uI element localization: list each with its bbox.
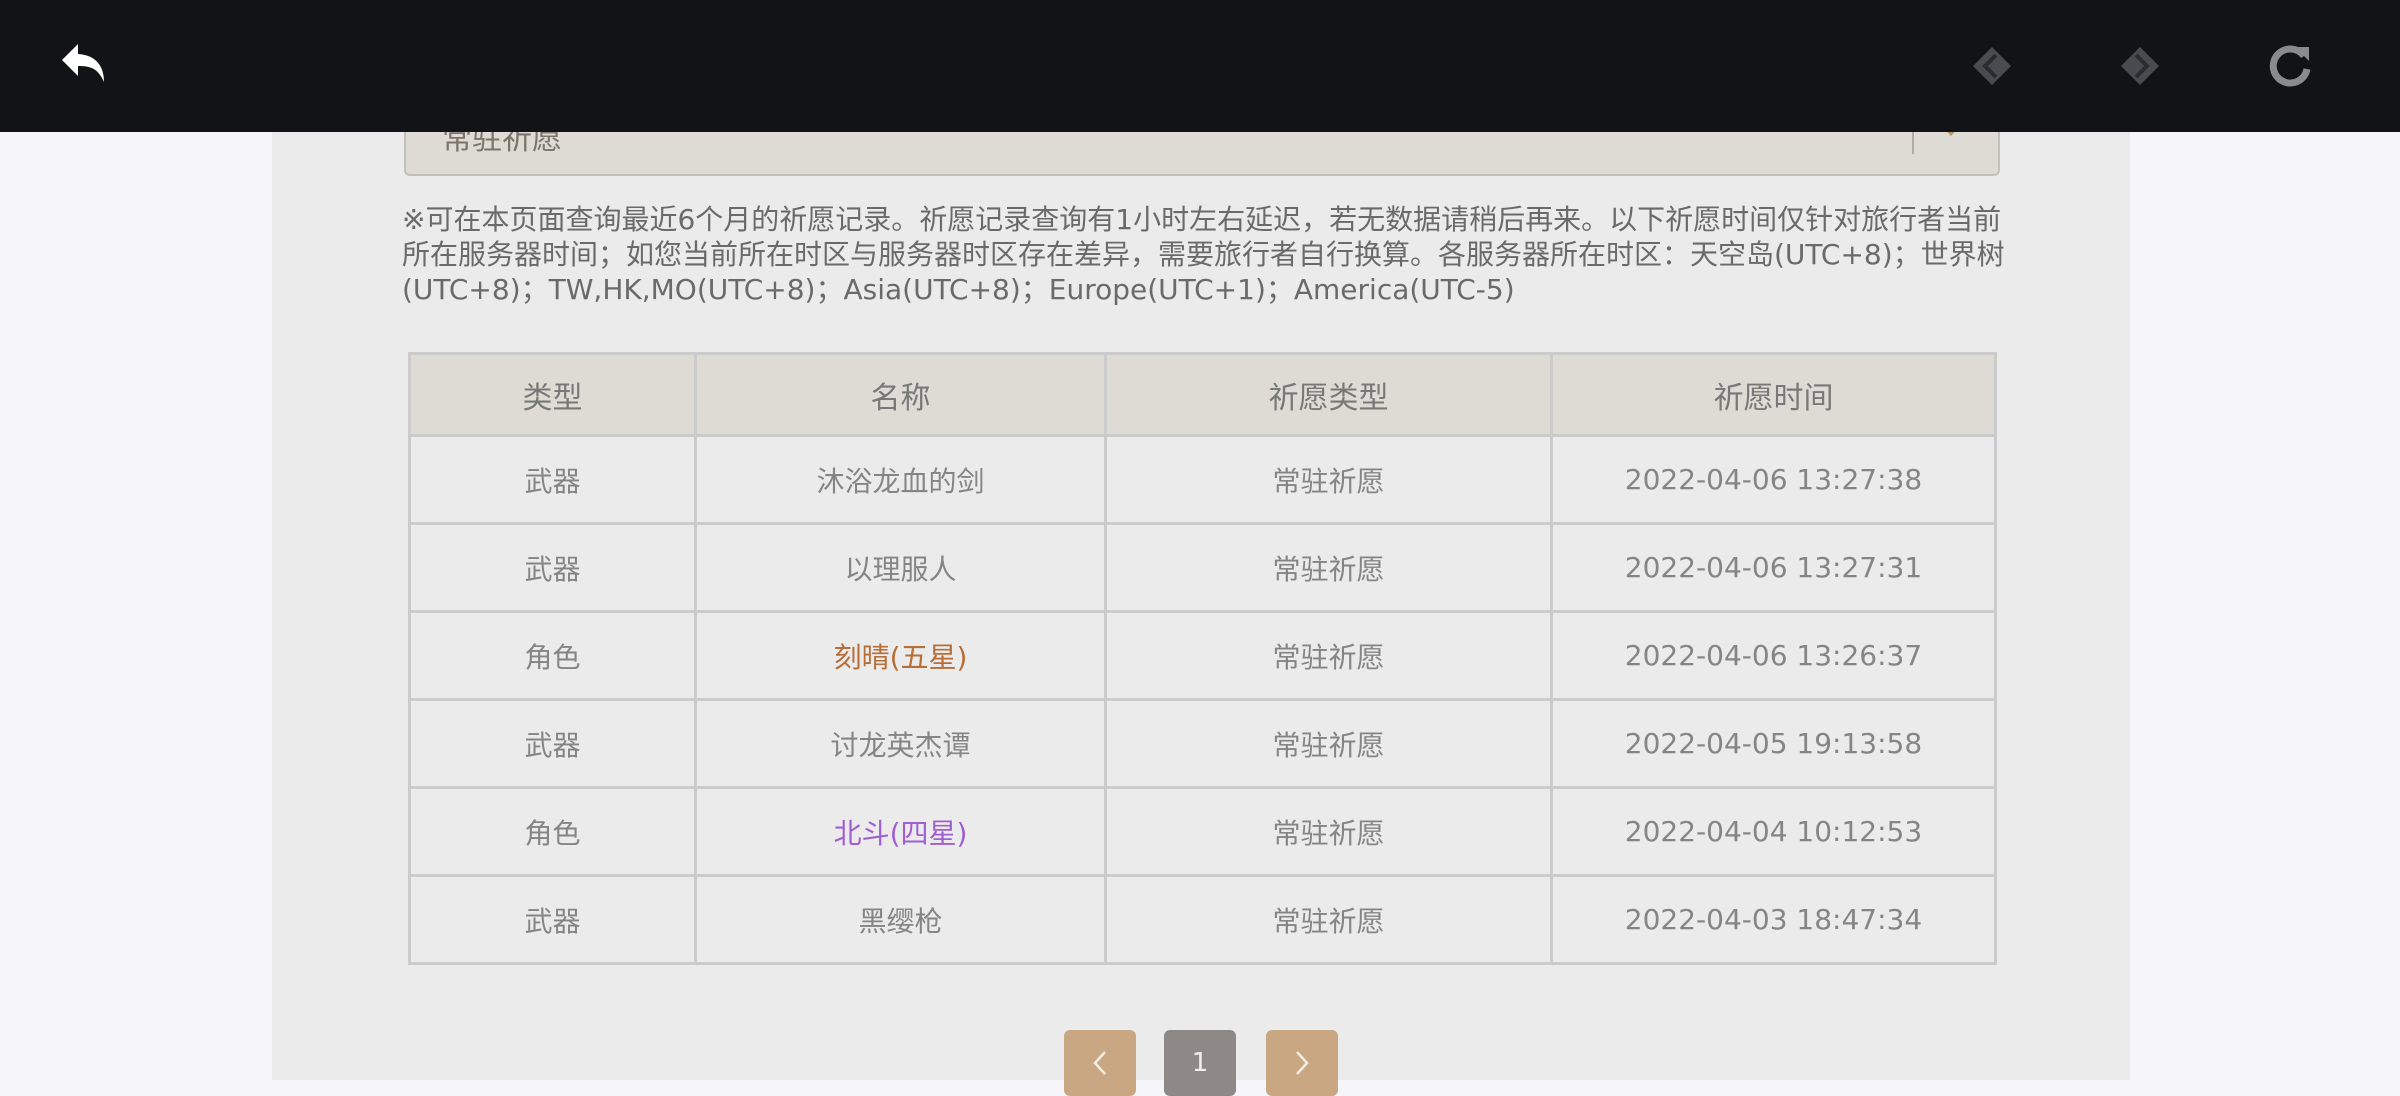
cell-name: 以理服人 <box>694 522 1107 613</box>
chevron-right-icon <box>1296 1051 1309 1075</box>
header-wish-time: 祈愿时间 <box>1550 352 1997 437</box>
cell-name: 黑缨枪 <box>694 874 1107 965</box>
cell-wish-type: 常驻祈愿 <box>1104 874 1553 965</box>
cell-name: 刻晴(五星) <box>694 610 1107 701</box>
table-row: 武器 以理服人 常驻祈愿 2022-04-06 13:27:31 <box>408 522 1997 613</box>
header-type: 类型 <box>408 352 697 437</box>
cell-type: 武器 <box>408 698 697 789</box>
notice-text: ※可在本页面查询最近6个月的祈愿记录。祈愿记录查询有1小时左右延迟，若无数据请稍… <box>402 203 2005 306</box>
cell-wish-type: 常驻祈愿 <box>1104 434 1553 525</box>
content-panel: 常驻祈愿 ※可在本页面查询最近6个月的祈愿记录。祈愿记录查询有1小时左右延迟，若… <box>272 0 2130 1096</box>
cell-time: 2022-04-06 13:27:38 <box>1550 434 1997 525</box>
table-row: 武器 沐浴龙血的剑 常驻祈愿 2022-04-06 13:27:38 <box>408 434 1997 525</box>
history-forward-button[interactable] <box>2102 28 2178 104</box>
wish-records-table: 类型 名称 祈愿类型 祈愿时间 武器 沐浴龙血的剑 常驻祈愿 2022-04-0… <box>408 352 1997 965</box>
table-row: 武器 讨龙英杰谭 常驻祈愿 2022-04-05 19:13:58 <box>408 698 1997 789</box>
cell-type: 武器 <box>408 434 697 525</box>
cell-name: 北斗(四星) <box>694 786 1107 877</box>
cell-time: 2022-04-06 13:26:37 <box>1550 610 1997 701</box>
cell-name: 沐浴龙血的剑 <box>694 434 1107 525</box>
cell-type: 武器 <box>408 874 697 965</box>
cell-name: 讨龙英杰谭 <box>694 698 1107 789</box>
top-bar <box>0 0 2400 132</box>
table-header-row: 类型 名称 祈愿类型 祈愿时间 <box>408 352 1997 437</box>
cell-type: 角色 <box>408 786 697 877</box>
refresh-button[interactable] <box>2252 28 2328 104</box>
cell-wish-type: 常驻祈愿 <box>1104 610 1553 701</box>
table-row: 角色 北斗(四星) 常驻祈愿 2022-04-04 10:12:53 <box>408 786 1997 877</box>
history-back-button[interactable] <box>1954 28 2030 104</box>
cell-time: 2022-04-06 13:27:31 <box>1550 522 1997 613</box>
chevron-left-icon <box>1093 1051 1106 1075</box>
diamond-left-icon <box>1973 47 2011 85</box>
cell-time: 2022-04-04 10:12:53 <box>1550 786 1997 877</box>
diamond-right-icon <box>2121 47 2159 85</box>
back-button[interactable] <box>46 28 122 104</box>
header-name: 名称 <box>694 352 1107 437</box>
cell-wish-type: 常驻祈愿 <box>1104 698 1553 789</box>
table-row: 角色 刻晴(五星) 常驻祈愿 2022-04-06 13:26:37 <box>408 610 1997 701</box>
back-arrow-icon <box>62 44 104 82</box>
cell-type: 武器 <box>408 522 697 613</box>
cell-wish-type: 常驻祈愿 <box>1104 522 1553 613</box>
cell-type: 角色 <box>408 610 697 701</box>
cell-time: 2022-04-03 18:47:34 <box>1550 874 1997 965</box>
prev-page-button[interactable] <box>1064 1030 1136 1096</box>
cell-wish-type: 常驻祈愿 <box>1104 786 1553 877</box>
table-row: 武器 黑缨枪 常驻祈愿 2022-04-03 18:47:34 <box>408 874 1997 965</box>
header-wish-type: 祈愿类型 <box>1104 352 1553 437</box>
current-page-button[interactable]: 1 <box>1164 1030 1236 1096</box>
cell-time: 2022-04-05 19:13:58 <box>1550 698 1997 789</box>
refresh-icon <box>2269 45 2311 87</box>
next-page-button[interactable] <box>1266 1030 1338 1096</box>
